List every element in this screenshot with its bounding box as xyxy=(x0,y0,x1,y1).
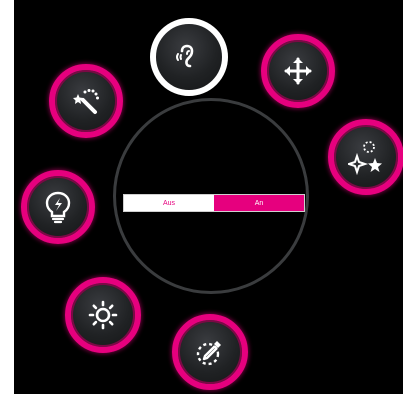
eyedropper-icon xyxy=(196,341,221,366)
toggle-on-label: An xyxy=(254,199,264,207)
toggle-off-label: Aus xyxy=(162,199,176,207)
sparkle-stars-icon xyxy=(348,141,382,175)
sparkle-button[interactable] xyxy=(328,119,403,195)
hearing-button[interactable] xyxy=(150,18,228,96)
lightbulb-icon xyxy=(45,191,71,224)
color-picker-button[interactable] xyxy=(172,314,248,390)
hearing-icon xyxy=(176,44,194,68)
toggle-off-option[interactable]: Aus xyxy=(124,195,214,211)
move-button[interactable] xyxy=(261,34,335,108)
on-off-toggle[interactable]: Aus An xyxy=(123,194,305,212)
magic-wand-icon xyxy=(73,89,99,114)
brightness-button[interactable] xyxy=(65,277,141,353)
app-canvas: Aus An xyxy=(14,0,403,394)
magic-wand-button[interactable] xyxy=(49,64,123,138)
lightbulb-button[interactable] xyxy=(21,170,95,244)
move-arrows-icon xyxy=(284,57,312,85)
toggle-on-option[interactable]: An xyxy=(214,195,304,211)
sun-icon xyxy=(88,300,118,330)
